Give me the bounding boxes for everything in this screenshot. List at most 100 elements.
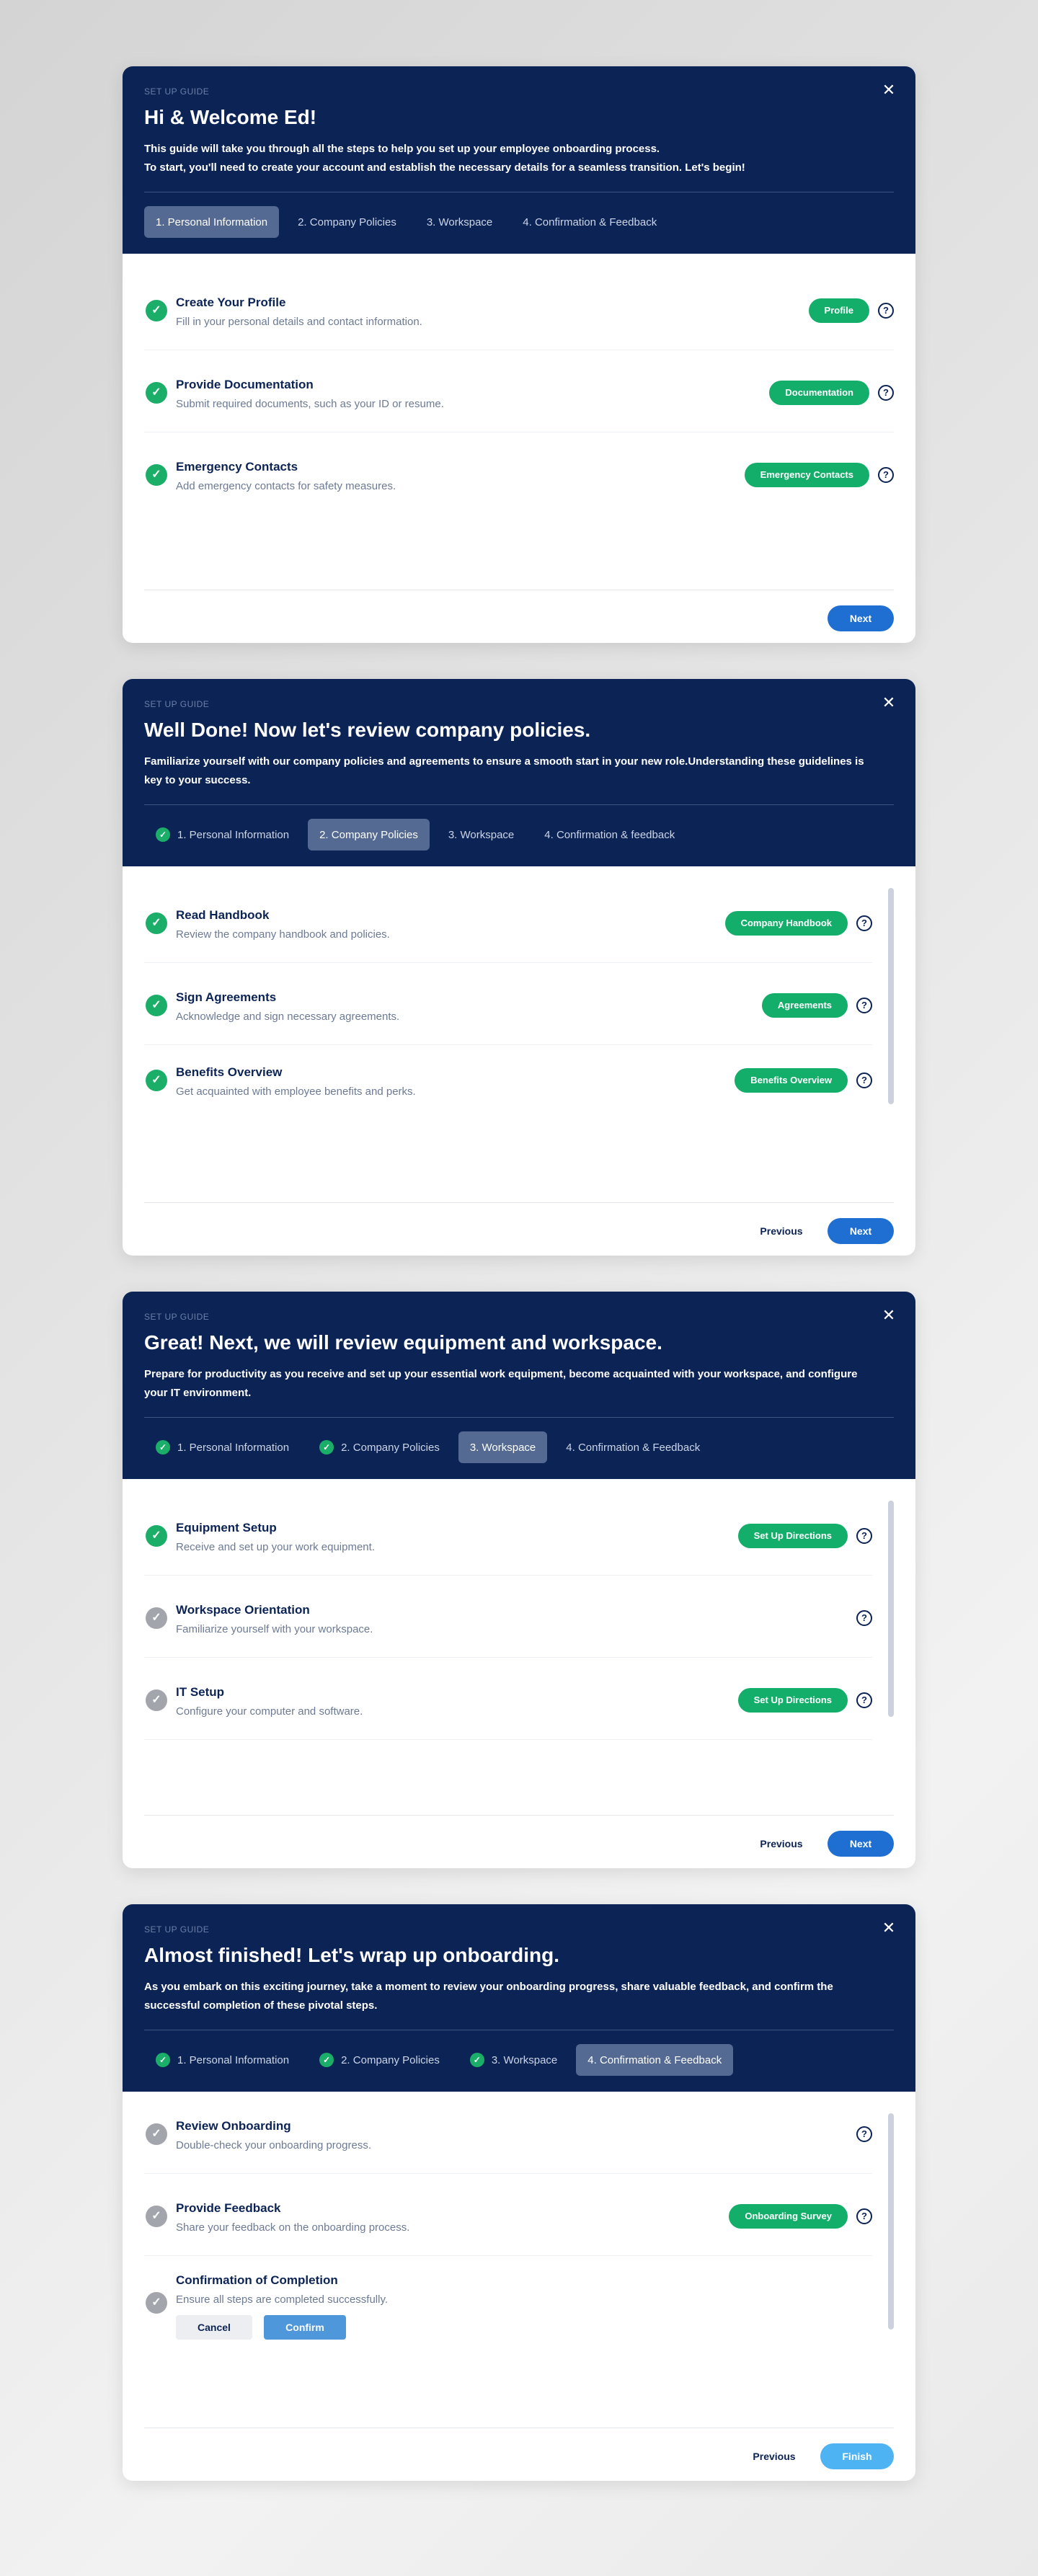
tab-confirmation-feedback[interactable]: 4. Confirmation & Feedback: [554, 1431, 711, 1463]
tab-company-policies[interactable]: 2. Company Policies: [308, 819, 430, 850]
next-button[interactable]: Next: [828, 1218, 894, 1244]
task-list: ✓ Create Your Profile Fill in your perso…: [144, 254, 894, 515]
modal-header: SET UP GUIDE Well Done! Now let's review…: [123, 679, 915, 866]
guide-eyebrow: SET UP GUIDE: [144, 1924, 210, 1935]
previous-button[interactable]: Previous: [748, 1218, 815, 1244]
task-subtitle: Acknowledge and sign necessary agreement…: [176, 1011, 400, 1023]
tab-confirmation-feedback[interactable]: 4. Confirmation & Feedback: [511, 206, 668, 238]
task-subtitle: Share your feedback on the onboarding pr…: [176, 2221, 410, 2234]
help-circle-icon[interactable]: ?: [856, 1072, 872, 1088]
modal-title: Hi & Welcome Ed!: [144, 106, 317, 128]
task-title: Benefits Overview: [176, 1065, 283, 1079]
help-circle-icon[interactable]: ?: [878, 385, 894, 401]
previous-button[interactable]: Previous: [741, 2443, 807, 2469]
check-icon: ✓: [146, 1525, 167, 1547]
tab-personal-information[interactable]: ✓ 1. Personal Information: [144, 2044, 301, 2076]
tab-workspace[interactable]: ✓ 3. Workspace: [458, 2044, 569, 2076]
task-sign-agreements: ✓ Sign Agreements Acknowledge and sign n…: [144, 963, 872, 1045]
check-icon: ✓: [469, 2053, 484, 2067]
company-handbook-button[interactable]: Company Handbook: [724, 911, 848, 936]
profile-button[interactable]: Profile: [808, 298, 869, 323]
task-equipment-setup: ✓ Equipment Setup Receive and set up you…: [144, 1493, 872, 1576]
footer-divider: [144, 1202, 894, 1203]
previous-button[interactable]: Previous: [748, 1831, 815, 1857]
help-circle-icon[interactable]: ?: [856, 998, 872, 1013]
tab-label: 2. Company Policies: [319, 828, 418, 841]
task-workspace-orientation: ✓ Workspace Orientation Familiarize your…: [144, 1576, 872, 1658]
setup-guide-modal-step-1: SET UP GUIDE Hi & Welcome Ed! This guide…: [123, 66, 915, 643]
cancel-button[interactable]: Cancel: [176, 2315, 252, 2340]
help-circle-icon[interactable]: ?: [856, 1528, 872, 1544]
confirm-button[interactable]: Confirm: [264, 2315, 346, 2340]
documentation-button[interactable]: Documentation: [769, 381, 869, 405]
tab-label: 1. Personal Information: [177, 1441, 290, 1454]
tab-confirmation-feedback[interactable]: 4. Confirmation & feedback: [533, 819, 686, 850]
task-emergency-contacts: ✓ Emergency Contacts Add emergency conta…: [144, 432, 894, 515]
check-icon: ✓: [146, 2123, 167, 2145]
task-subtitle: Submit required documents, such as your …: [176, 398, 444, 410]
task-benefits-overview: ✓ Benefits Overview Get acquainted with …: [144, 1045, 872, 1117]
help-circle-icon[interactable]: ?: [856, 2126, 872, 2142]
check-icon: ✓: [156, 2053, 170, 2067]
close-icon[interactable]: ✕: [878, 692, 900, 714]
check-icon: ✓: [146, 995, 167, 1016]
tab-company-policies[interactable]: ✓ 2. Company Policies: [308, 1431, 451, 1463]
tab-label: 3. Workspace: [426, 216, 493, 228]
emergency-contacts-button[interactable]: Emergency Contacts: [744, 463, 869, 487]
tab-company-policies[interactable]: 2. Company Policies: [286, 206, 408, 238]
tab-personal-information[interactable]: 1. Personal Information: [144, 206, 280, 238]
setup-guide-modal-step-3: SET UP GUIDE Great! Next, we will review…: [123, 1292, 915, 1868]
tab-personal-information[interactable]: ✓ 1. Personal Information: [144, 1431, 301, 1463]
modal-description: This guide will take you through all the…: [144, 140, 879, 177]
modal-description: Familiarize yourself with our company po…: [144, 755, 864, 786]
task-list: ✓ Read Handbook Review the company handb…: [144, 866, 894, 1117]
next-button[interactable]: Next: [828, 605, 894, 631]
modal-body: ✓ Equipment Setup Receive and set up you…: [123, 1479, 915, 1868]
tab-personal-information[interactable]: ✓ 1. Personal Information: [144, 819, 301, 850]
tab-workspace[interactable]: 3. Workspace: [458, 1431, 548, 1463]
task-create-profile: ✓ Create Your Profile Fill in your perso…: [144, 268, 894, 350]
tab-label: 3. Workspace: [491, 2053, 558, 2066]
agreements-button[interactable]: Agreements: [761, 993, 848, 1018]
finish-button[interactable]: Finish: [820, 2443, 894, 2469]
task-title: IT Setup: [176, 1685, 225, 1699]
tab-confirmation-feedback[interactable]: 4. Confirmation & Feedback: [576, 2044, 734, 2076]
tab-workspace[interactable]: 3. Workspace: [437, 819, 525, 850]
onboarding-survey-button[interactable]: Onboarding Survey: [729, 2204, 848, 2229]
help-circle-icon[interactable]: ?: [856, 2208, 872, 2224]
set-up-directions-button[interactable]: Set Up Directions: [737, 1688, 848, 1713]
help-circle-icon[interactable]: ?: [856, 1610, 872, 1626]
tab-label: 4. Confirmation & Feedback: [566, 1441, 701, 1454]
task-provide-feedback: ✓ Provide Feedback Share your feedback o…: [144, 2174, 872, 2256]
close-icon[interactable]: ✕: [878, 79, 900, 101]
task-subtitle: Receive and set up your work equipment.: [176, 1541, 375, 1553]
close-icon[interactable]: ✕: [878, 1305, 900, 1326]
tab-label: 4. Confirmation & Feedback: [587, 2053, 722, 2066]
help-circle-icon[interactable]: ?: [856, 1692, 872, 1708]
set-up-directions-button[interactable]: Set Up Directions: [737, 1524, 848, 1548]
check-icon: ✓: [146, 464, 167, 486]
task-title: Review Onboarding: [176, 2119, 291, 2133]
benefits-overview-button[interactable]: Benefits Overview: [735, 1068, 848, 1093]
tab-label: 3. Workspace: [448, 828, 515, 841]
task-title: Provide Feedback: [176, 2201, 281, 2215]
tab-label: 3. Workspace: [469, 1441, 536, 1454]
task-title: Provide Documentation: [176, 378, 314, 391]
modal-body: ✓ Review Onboarding Double-check your on…: [123, 2092, 915, 2481]
close-icon[interactable]: ✕: [878, 1917, 900, 1939]
task-title: Workspace Orientation: [176, 1603, 310, 1617]
modal-title: Almost finished! Let's wrap up onboardin…: [144, 1944, 559, 1966]
header-divider: [144, 1417, 894, 1418]
modal-body: ✓ Create Your Profile Fill in your perso…: [123, 254, 915, 643]
help-circle-icon[interactable]: ?: [878, 467, 894, 483]
next-button[interactable]: Next: [828, 1831, 894, 1857]
task-list: ✓ Equipment Setup Receive and set up you…: [144, 1479, 894, 1740]
task-subtitle: Review the company handbook and policies…: [176, 928, 390, 941]
help-circle-icon[interactable]: ?: [856, 915, 872, 931]
step-tabs: ✓ 1. Personal Information ✓ 2. Company Pol…: [144, 1431, 711, 1463]
description-line-2: To start, you'll need to create your acc…: [144, 161, 745, 174]
help-circle-icon[interactable]: ?: [878, 303, 894, 319]
tab-workspace[interactable]: 3. Workspace: [415, 206, 504, 238]
tab-company-policies[interactable]: ✓ 2. Company Policies: [308, 2044, 451, 2076]
step-tabs: ✓ 1. Personal Information 2. Company Poli…: [144, 819, 686, 850]
